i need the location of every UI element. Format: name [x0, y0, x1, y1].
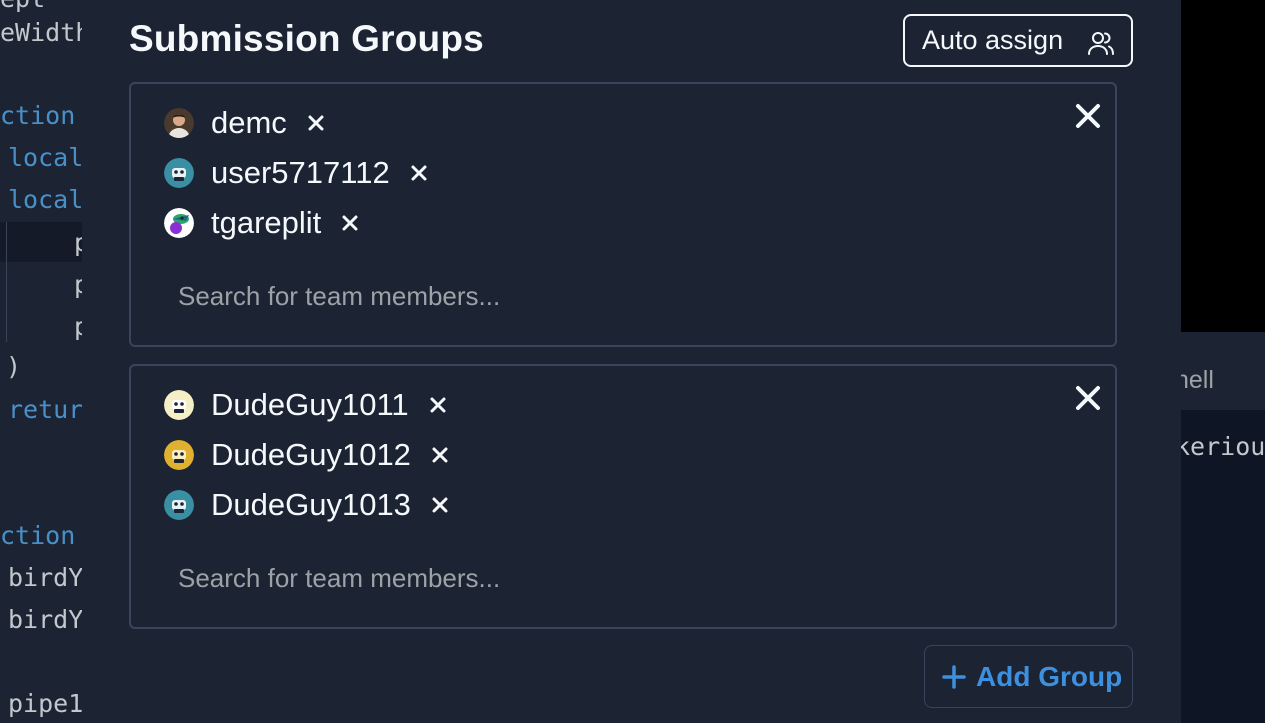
code-fragment: p: [74, 228, 82, 257]
code-fragment: birdY: [8, 605, 82, 634]
modal-title: Submission Groups: [129, 18, 484, 59]
close-icon[interactable]: [1073, 101, 1103, 131]
close-small-icon[interactable]: [340, 213, 360, 233]
users-icon: [1088, 32, 1114, 55]
code-fragment: local: [8, 143, 82, 172]
add-group-button[interactable]: Add Group: [924, 645, 1133, 708]
bird-avatar: [164, 208, 194, 238]
member-name: user5717112: [211, 155, 390, 190]
submission-group: DudeGuy1011 DudeGuy1012 DudeGuy1013 Sear…: [129, 364, 1117, 629]
background-console-text: keriou: [1181, 432, 1265, 461]
close-small-icon[interactable]: [428, 395, 448, 415]
member-name: demc: [211, 105, 287, 140]
group-member: DudeGuy1013: [164, 487, 450, 522]
member-name: DudeGuy1011: [211, 387, 409, 422]
close-small-icon[interactable]: [430, 445, 450, 465]
close-small-icon[interactable]: [306, 113, 326, 133]
background-tab-bar: hell: [1175, 332, 1265, 410]
code-fragment: ction: [0, 521, 76, 550]
team-member-search-input[interactable]: [178, 276, 778, 316]
auto-assign-button[interactable]: Auto assign: [903, 14, 1133, 67]
code-fragment: pipe1: [8, 689, 82, 718]
default-robot-avatar: [164, 490, 194, 520]
group-member: tgareplit: [164, 205, 360, 240]
default-robot-avatar: [164, 440, 194, 470]
code-fragment: ): [6, 352, 22, 381]
code-fragment: retur: [8, 395, 82, 424]
photo-avatar: [164, 108, 194, 138]
submission-group: demc user5717112 tgareplit Search for te…: [129, 82, 1117, 347]
code-fragment: ept: [0, 0, 45, 13]
group-member: DudeGuy1012: [164, 437, 450, 472]
submission-groups-modal: Submission Groups Auto assign demc user5…: [82, 0, 1181, 723]
code-fragment: birdY: [8, 563, 82, 592]
close-small-icon[interactable]: [430, 495, 450, 515]
group-member: demc: [164, 105, 326, 140]
plus-icon: [942, 664, 966, 689]
member-name: tgareplit: [211, 205, 322, 240]
add-group-label: Add Group: [976, 660, 1123, 692]
close-small-icon[interactable]: [409, 163, 429, 183]
code-fragment: local: [8, 185, 82, 214]
default-robot-avatar: [164, 390, 194, 420]
member-name: DudeGuy1013: [211, 487, 411, 522]
group-member: DudeGuy1011: [164, 387, 448, 422]
default-robot-avatar: [164, 158, 194, 188]
background-code-editor: ept eWidth ction local local p p p ) ret…: [0, 0, 82, 723]
code-fragment: p: [74, 312, 82, 341]
auto-assign-label: Auto assign: [922, 25, 1064, 55]
code-fragment: p: [74, 270, 82, 299]
code-fragment: eWidth: [0, 18, 82, 47]
close-icon[interactable]: [1073, 383, 1103, 413]
code-line-highlight: [0, 222, 82, 262]
code-fragment: ction: [0, 101, 76, 130]
team-member-search-input[interactable]: [178, 558, 778, 598]
indent-guide: [6, 222, 7, 342]
background-console: keriou: [1181, 410, 1265, 723]
member-name: DudeGuy1012: [211, 437, 411, 472]
group-member: user5717112: [164, 155, 429, 190]
background-preview-pane: [1181, 0, 1265, 332]
